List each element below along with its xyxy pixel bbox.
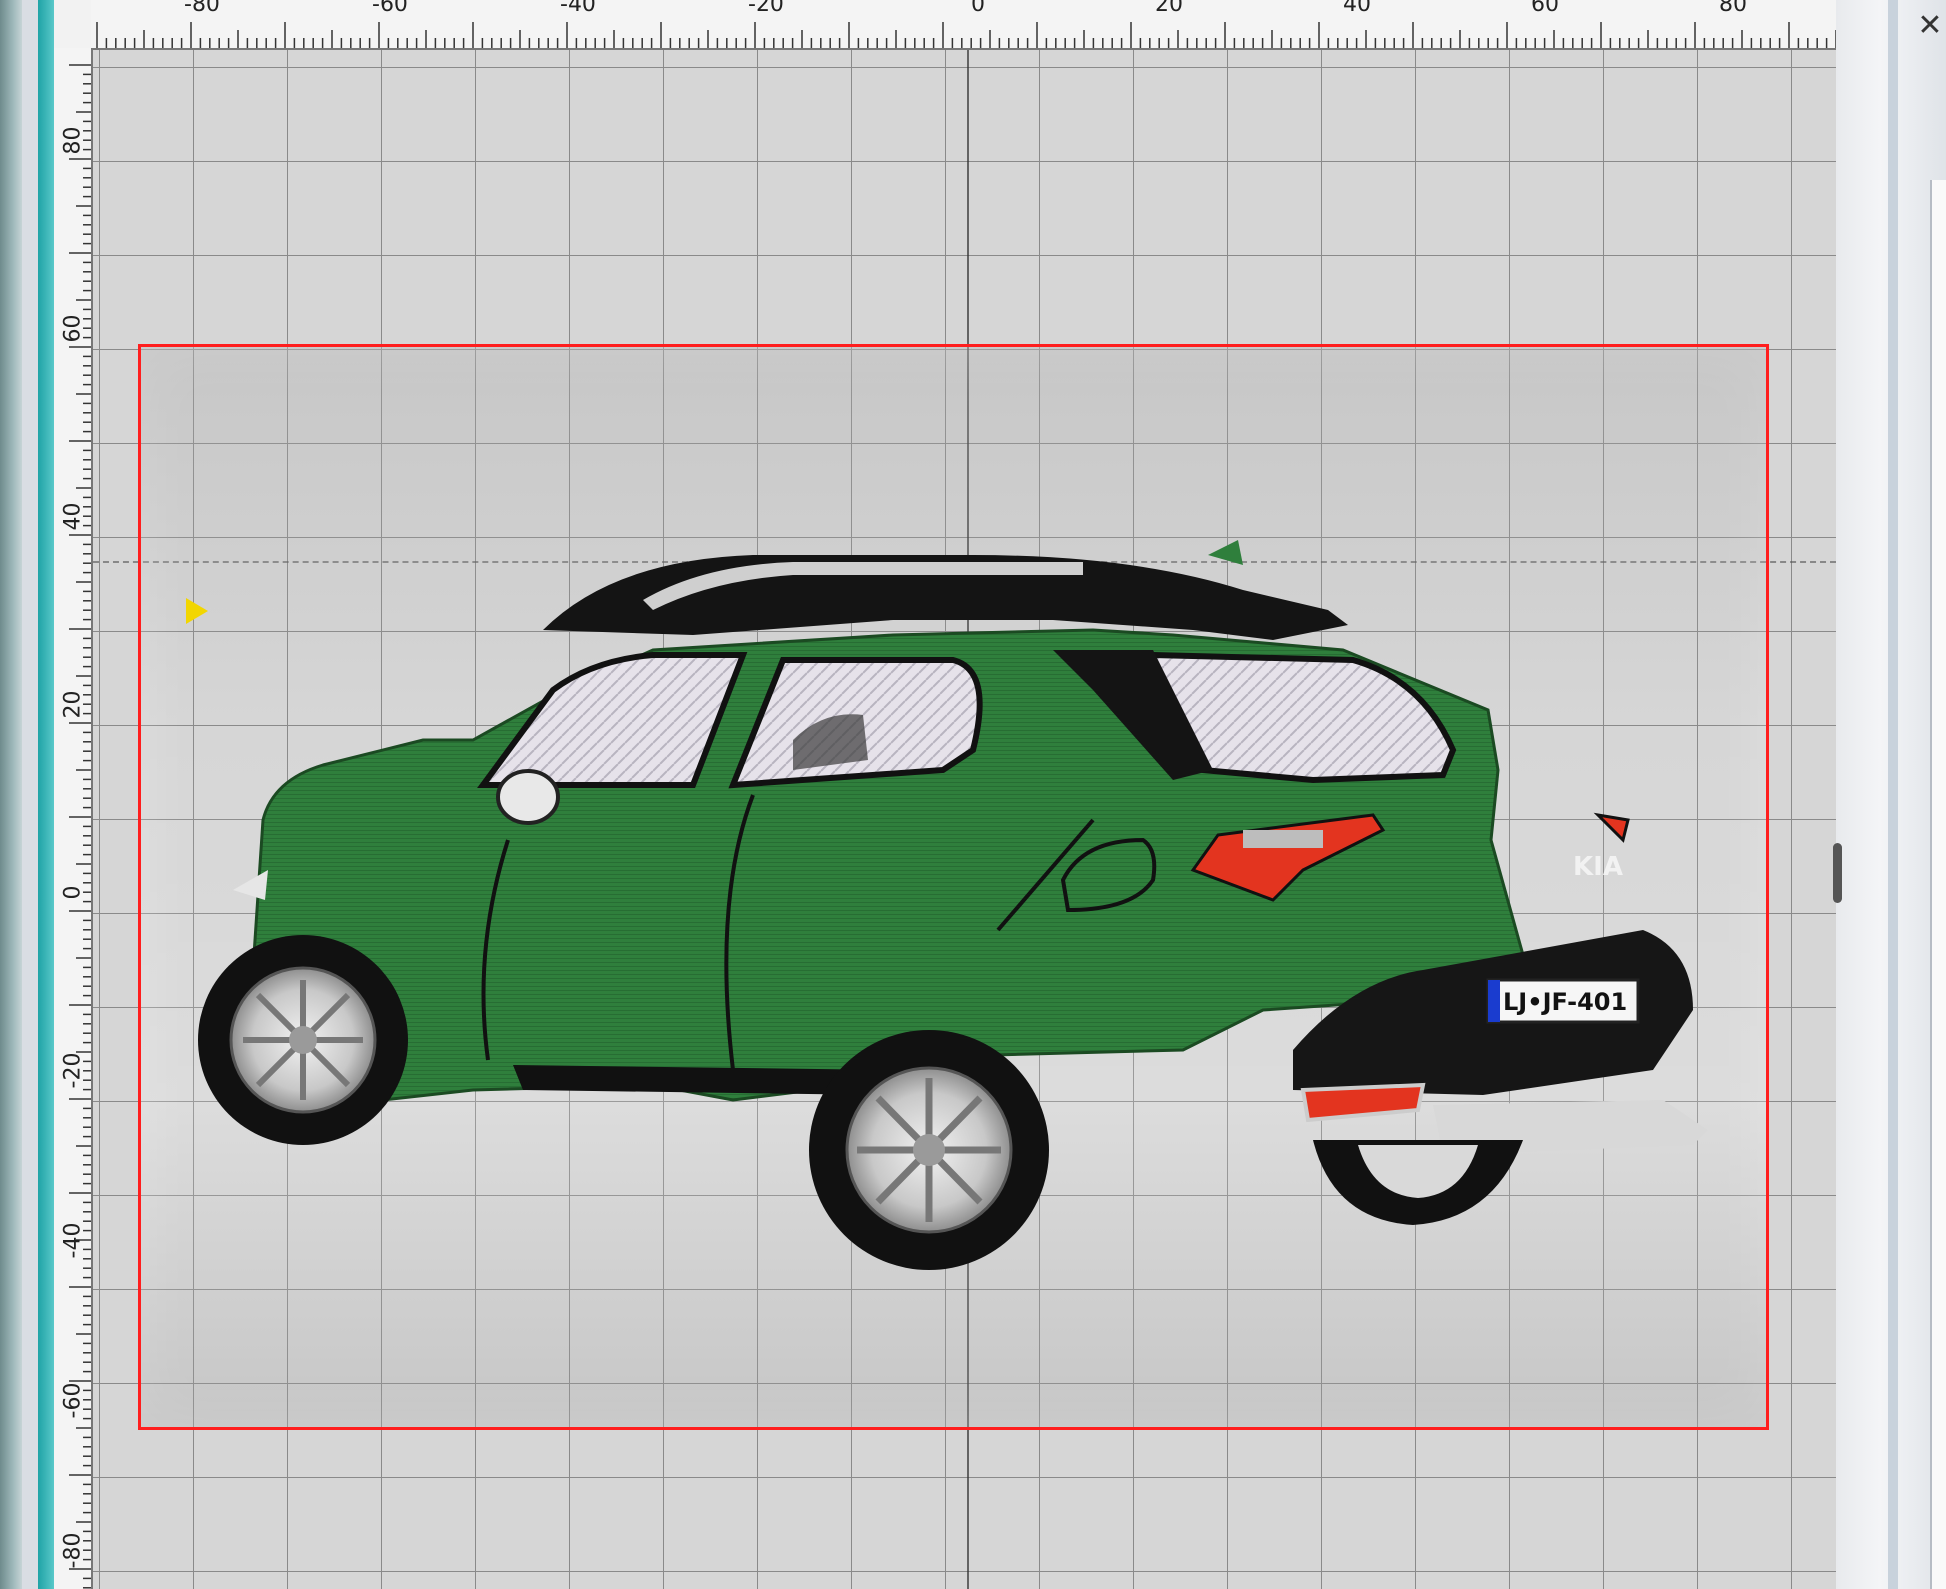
scrollbar-thumb[interactable] (1833, 843, 1842, 903)
ruler-left-label: -80 (60, 1532, 86, 1569)
ruler-left-label: 0 (60, 885, 86, 900)
ruler-top-label: 80 (1719, 0, 1747, 17)
ruler-left-ticks (69, 64, 91, 1589)
ruler-left-label: 20 (60, 690, 86, 719)
kia-badge: KIA (1573, 852, 1623, 882)
right-panel-divider (1888, 0, 1898, 1589)
plate-eu-band (1488, 980, 1500, 1022)
ruler-left-label: 40 (60, 502, 86, 531)
window-left-edge (0, 0, 22, 1589)
design-canvas[interactable]: KIA LJ•JF-401 (93, 50, 1836, 1589)
tail-light-right (1593, 812, 1630, 843)
ruler-left-label: 80 (60, 126, 86, 155)
shark-fin (1208, 540, 1243, 565)
ruler-left-label: -40 (60, 1222, 86, 1259)
ruler-top-label: -60 (372, 0, 408, 17)
ruler-top-label: -40 (560, 0, 596, 17)
ruler-top-label: 60 (1531, 0, 1559, 17)
side-mirror (496, 769, 560, 825)
ruler-left-label: -60 (60, 1382, 86, 1419)
right-panel-border (1930, 180, 1946, 1589)
rear-reflector (1300, 1082, 1426, 1123)
ruler-top: -80 -60 -40 -20 0 20 40 60 80 (91, 0, 1836, 50)
ruler-left: 80 60 40 20 0 -20 -40 -60 -80 (54, 48, 93, 1589)
window-accent-bar (38, 0, 54, 1589)
ruler-left-label: -20 (60, 1052, 86, 1089)
ruler-top-ticks (96, 22, 1836, 48)
wheel-rear-far (1313, 1140, 1523, 1225)
position-marker[interactable] (186, 598, 208, 624)
ruler-top-label: -80 (184, 0, 220, 17)
wheel-rear-near (809, 1030, 1049, 1270)
tail-light-chrome (1243, 830, 1323, 848)
ruler-top-label: -20 (748, 0, 784, 17)
car-embroidery-design[interactable]: KIA LJ•JF-401 (93, 50, 1836, 1589)
license-plate-text: LJ•JF-401 (1503, 988, 1627, 1016)
ruler-top-label: 0 (971, 0, 985, 17)
ruler-top-label: 40 (1343, 0, 1371, 17)
ruler-top-label: 20 (1155, 0, 1183, 17)
front-light (233, 870, 268, 900)
ruler-left-label: 60 (60, 314, 86, 343)
close-icon[interactable]: ✕ (1917, 6, 1943, 46)
wheel-front (198, 935, 408, 1145)
ruler-corner (54, 0, 92, 49)
